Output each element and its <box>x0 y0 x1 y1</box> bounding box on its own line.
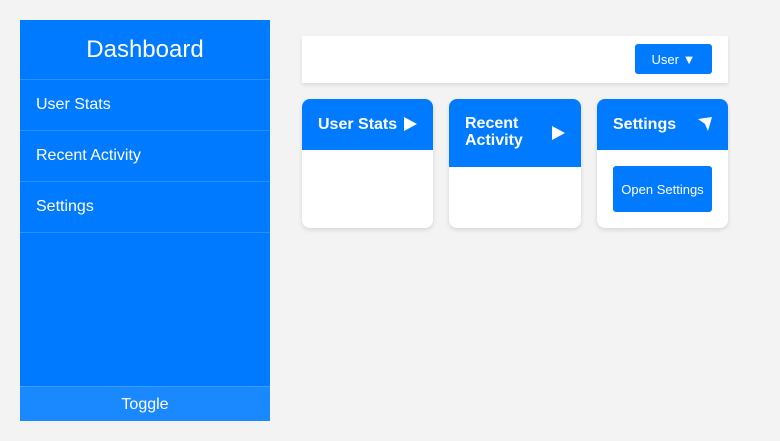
sidebar-toggle-button[interactable]: Toggle <box>20 386 270 421</box>
play-icon[interactable] <box>550 125 566 141</box>
card-header: Settings <box>597 99 728 150</box>
play-icon[interactable] <box>402 116 418 132</box>
sidebar-item-user-stats[interactable]: User Stats <box>20 80 270 131</box>
cursor-arrow-icon[interactable] <box>697 116 713 132</box>
card-title: Settings <box>613 116 677 133</box>
user-stats-card: User Stats <box>302 99 433 228</box>
card-title: Recent Activity <box>465 115 523 149</box>
card-header: Recent Activity <box>449 99 581 167</box>
sidebar-title: Dashboard <box>20 20 270 80</box>
card-header: User Stats <box>302 99 433 150</box>
sidebar: Dashboard User Stats Recent Activity Set… <box>20 20 270 421</box>
card-title: User Stats <box>318 116 398 133</box>
top-bar: User ▼ <box>302 36 728 83</box>
user-menu-button[interactable]: User ▼ <box>635 44 712 74</box>
recent-activity-card: Recent Activity <box>449 99 581 228</box>
settings-card: Settings Open Settings <box>597 99 728 228</box>
open-settings-button[interactable]: Open Settings <box>613 166 712 212</box>
sidebar-item-recent-activity[interactable]: Recent Activity <box>20 131 270 182</box>
sidebar-item-settings[interactable]: Settings <box>20 182 270 233</box>
